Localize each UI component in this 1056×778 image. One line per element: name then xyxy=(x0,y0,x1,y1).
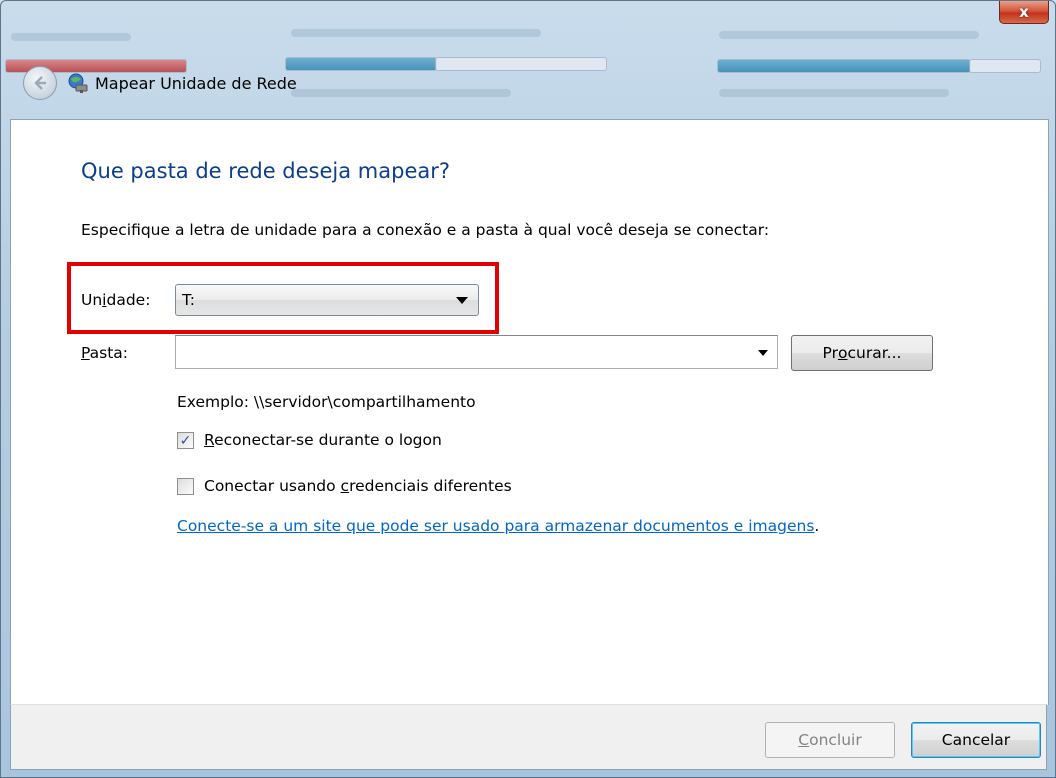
credentials-checkbox[interactable] xyxy=(177,478,194,495)
blur-bar xyxy=(285,57,437,71)
blur-text xyxy=(719,31,979,39)
close-button[interactable]: x xyxy=(999,1,1049,24)
browse-label-accel: o xyxy=(838,344,848,362)
credentials-label-accel: c xyxy=(340,477,350,495)
network-drive-icon xyxy=(67,72,89,94)
link-row: Conecte-se a um site que pode ser usado … xyxy=(177,517,819,535)
folder-label-accel: P xyxy=(81,344,90,362)
reconnect-checkbox[interactable]: ✓ xyxy=(177,432,194,449)
back-button[interactable] xyxy=(23,66,57,100)
map-network-drive-window: x Mapear Unidade de Rede Que pasta de re… xyxy=(0,0,1056,778)
chevron-down-icon[interactable] xyxy=(758,350,768,356)
window-title: Mapear Unidade de Rede xyxy=(95,73,297,93)
page-heading: Que pasta de rede deseja mapear? xyxy=(81,159,451,183)
example-text: Exemplo: \\servidor\compartilhamento xyxy=(177,393,476,411)
credentials-label-part: redenciais diferentes xyxy=(349,477,512,495)
blur-bar xyxy=(969,59,1041,73)
folder-combobox[interactable] xyxy=(175,335,778,369)
blur-text xyxy=(291,89,511,97)
finish-label-accel: C xyxy=(798,731,810,749)
blur-text xyxy=(719,89,949,97)
close-icon: x xyxy=(1019,3,1029,21)
connect-site-link[interactable]: Conecte-se a um site que pode ser usado … xyxy=(177,517,814,535)
cancel-button[interactable]: Cancelar xyxy=(911,722,1041,758)
credentials-label[interactable]: Conectar usando credenciais diferentes xyxy=(204,477,512,495)
browse-button[interactable]: Pr o curar... xyxy=(791,335,933,371)
finish-label-part: oncluir xyxy=(809,731,862,749)
credentials-label-part: Conectar usando xyxy=(204,477,341,495)
finish-button[interactable]: Concluir xyxy=(765,722,895,758)
blur-bar xyxy=(717,59,971,73)
instruction-text: Especifique a letra de unidade para a co… xyxy=(81,221,770,239)
content-pane xyxy=(10,119,1049,705)
link-suffix: . xyxy=(814,517,820,535)
reconnect-label-accel: R xyxy=(204,431,215,449)
reconnect-label[interactable]: Reconectar-se durante o logon xyxy=(204,431,442,449)
blur-text xyxy=(291,29,541,37)
browse-label-part: Pr xyxy=(822,344,838,362)
blur-bar xyxy=(435,57,607,71)
blur-text xyxy=(11,33,131,41)
folder-input[interactable] xyxy=(176,336,748,366)
back-arrow-icon xyxy=(34,76,46,90)
reconnect-label-part: econectar-se durante o logon xyxy=(214,431,442,449)
browse-label-part: curar... xyxy=(847,344,902,362)
checkmark-icon: ✓ xyxy=(179,432,192,449)
folder-label: Pasta: xyxy=(81,344,128,362)
highlight-box xyxy=(67,262,499,334)
titlebar: Mapear Unidade de Rede xyxy=(23,63,297,103)
folder-label-part: asta: xyxy=(89,344,129,362)
